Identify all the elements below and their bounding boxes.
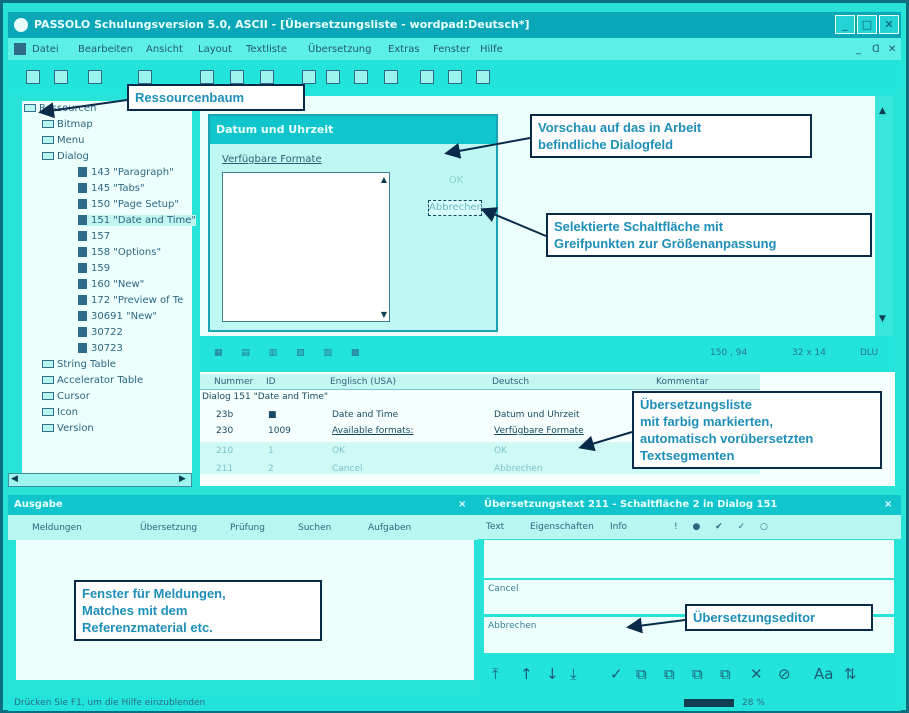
- arrow-translation-list: [578, 431, 633, 452]
- arrow-selected-button: [480, 207, 547, 237]
- arrow-preview: [444, 137, 531, 159]
- arrow-resource-tree: [38, 99, 128, 119]
- arrow-editor: [626, 617, 686, 634]
- callout-arrows: [38, 99, 686, 634]
